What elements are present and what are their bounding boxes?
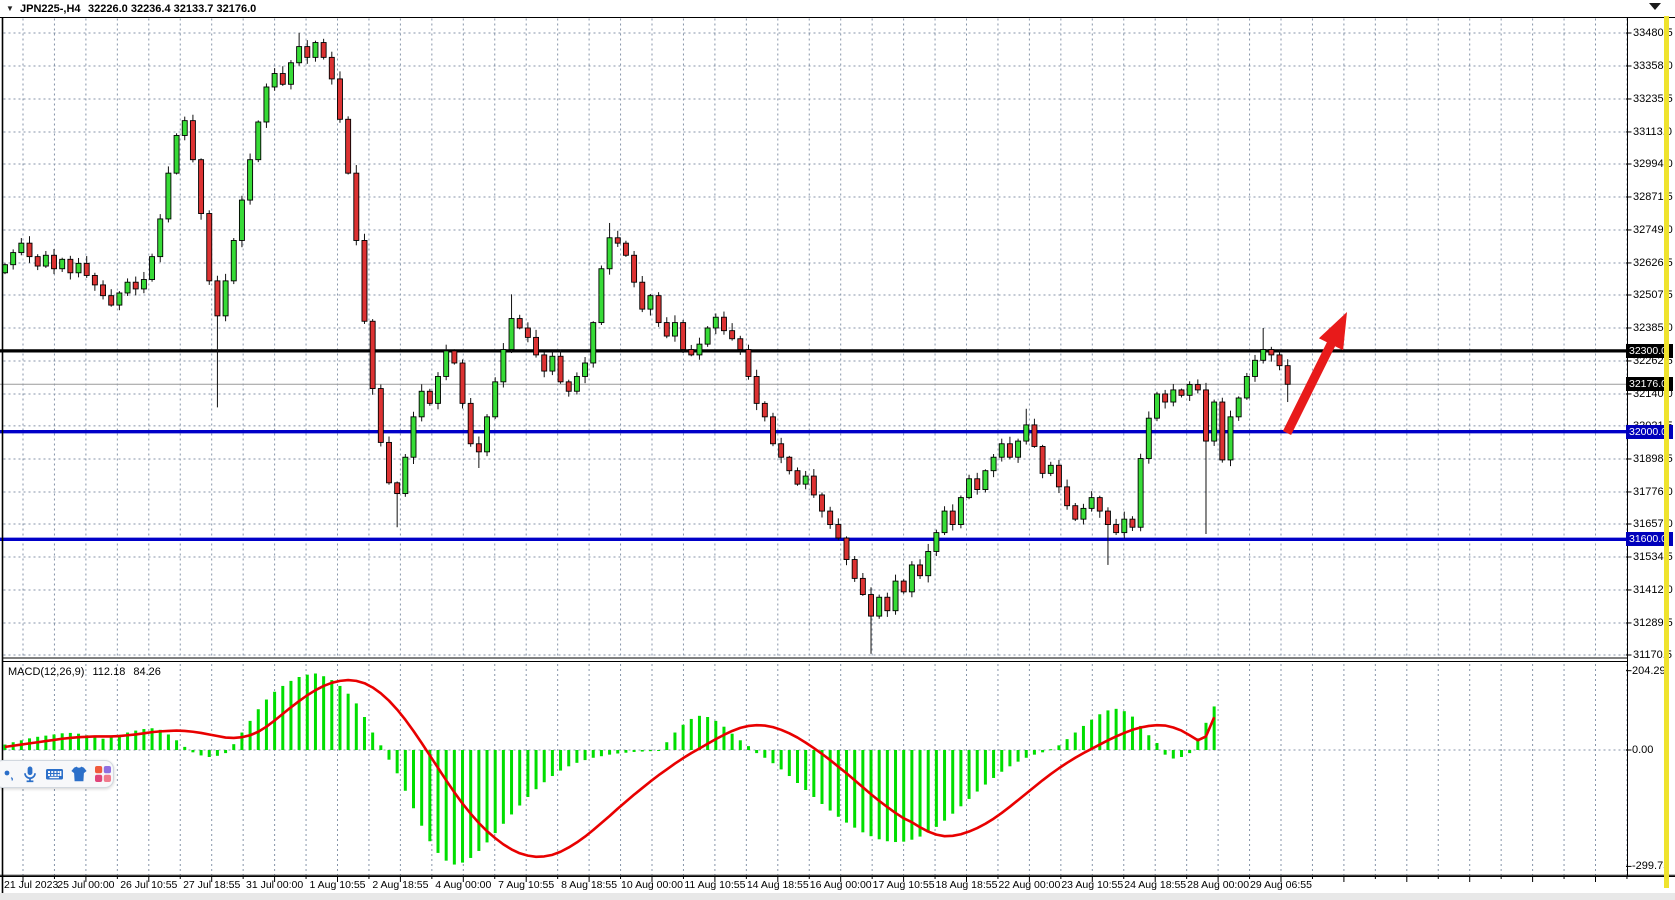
floating-input-toolbar <box>0 760 114 788</box>
candles <box>3 33 1291 654</box>
keyboard-icon[interactable] <box>45 765 64 783</box>
corner-marker-icon <box>1649 3 1661 10</box>
tshirt-icon[interactable] <box>70 765 88 783</box>
microphone-icon[interactable] <box>21 765 39 783</box>
gridlines <box>4 19 1627 876</box>
macd-name: MACD(12,26,9) <box>8 666 84 678</box>
cursor-comma-icon[interactable] <box>3 765 15 783</box>
mt4-chart-window: ▼ JPN225-,H4 32226.0 32236.4 32133.7 321… <box>0 0 1675 900</box>
window-bottom-strip <box>0 893 1675 900</box>
yellow-edge-strip <box>1664 16 1669 888</box>
macd-signal-line <box>5 680 1214 857</box>
up-trend-arrow[interactable] <box>1283 312 1347 435</box>
chart-canvas[interactable] <box>0 0 1675 900</box>
macd-indicator-label: MACD(12,26,9) 112.18 84.26 <box>8 666 166 678</box>
color-grid-icon[interactable] <box>94 765 112 783</box>
macd-histogram <box>4 674 1216 865</box>
macd-value: 112.18 <box>92 666 125 678</box>
horizontal-lines[interactable] <box>0 351 1628 539</box>
macd-signal-value: 84.26 <box>133 666 161 678</box>
